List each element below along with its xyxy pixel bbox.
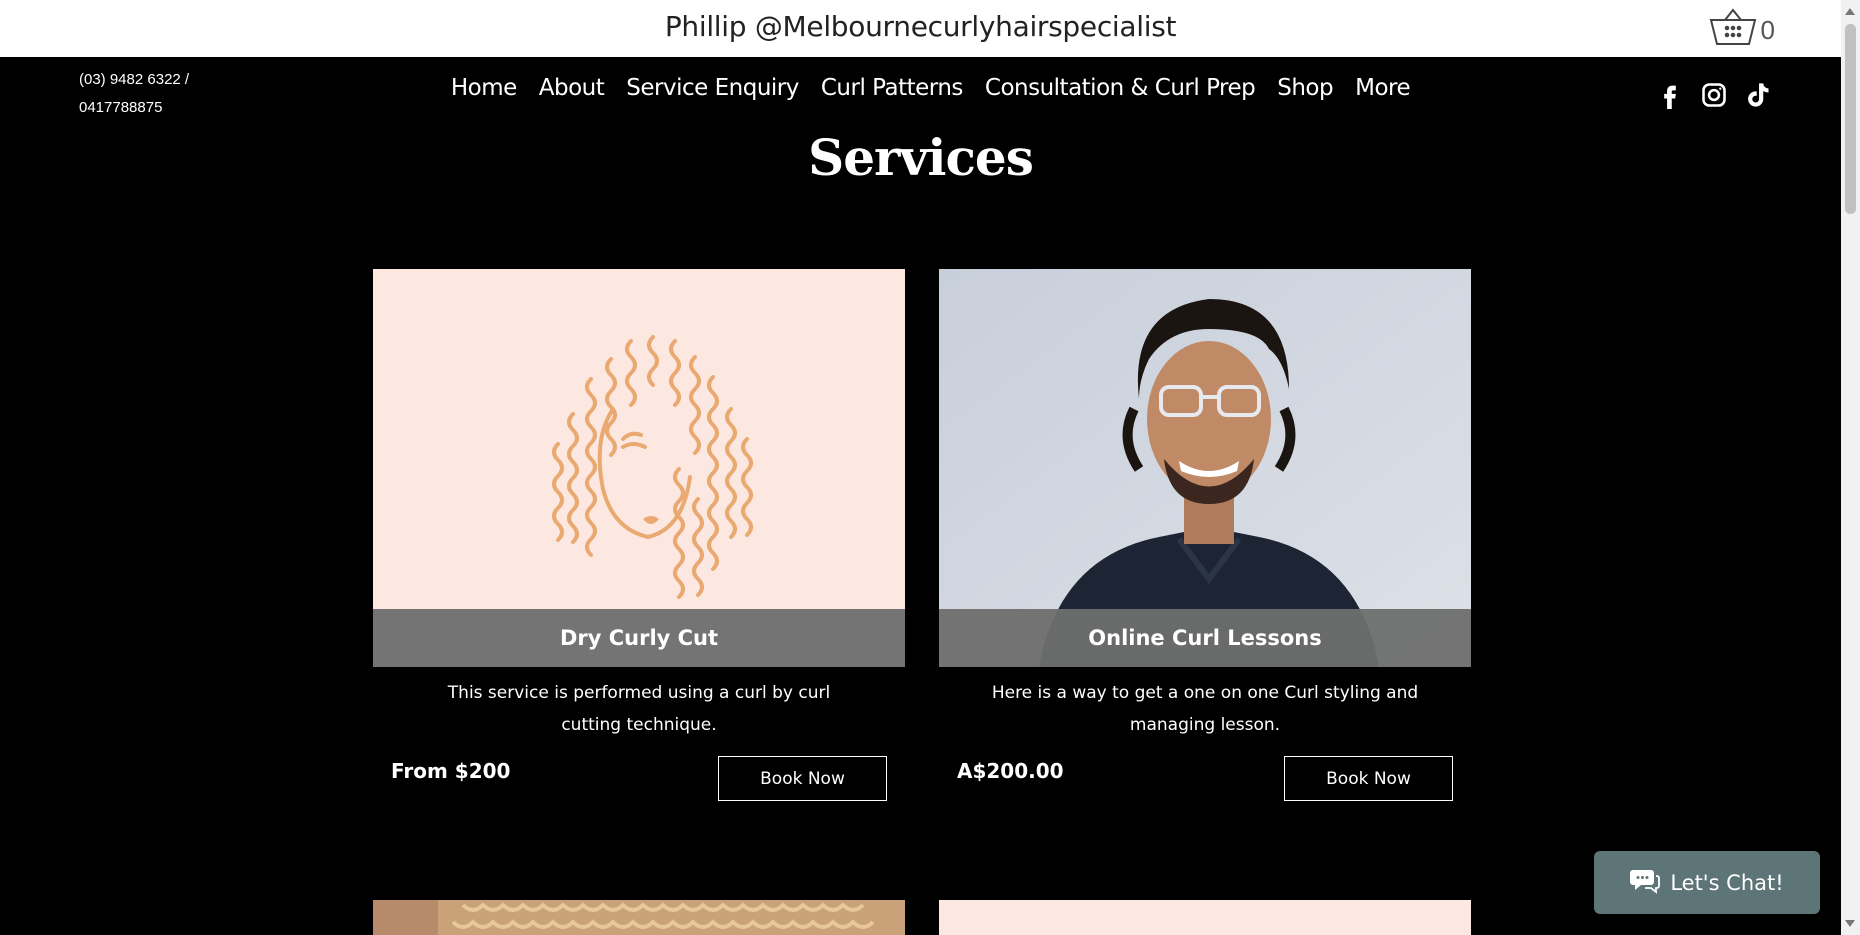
scroll-up-arrow-icon[interactable]: [1845, 8, 1855, 15]
nav-item-more[interactable]: More: [1355, 75, 1411, 101]
nav-item-about[interactable]: About: [539, 75, 605, 101]
facebook-icon[interactable]: [1656, 81, 1684, 109]
nav-item-curl-patterns[interactable]: Curl Patterns: [821, 75, 964, 101]
service-price: From $200: [391, 759, 511, 783]
service-card-dry-curly-cut: Dry Curly Cut This service is performed …: [373, 269, 905, 809]
service-card-partial-image[interactable]: [373, 900, 905, 935]
service-description: Here is a way to get a one on one Curl s…: [991, 683, 1419, 735]
service-card-partial-image[interactable]: [939, 900, 1471, 935]
site-title[interactable]: Phillip @Melbournecurlyhairspecialist: [0, 10, 1841, 43]
service-image-curl-illustration[interactable]: Dry Curly Cut: [373, 269, 905, 667]
tiktok-icon[interactable]: [1744, 81, 1772, 109]
social-links: [1656, 81, 1772, 109]
book-now-button[interactable]: Book Now: [718, 756, 887, 801]
top-header-bar: Phillip @Melbournecurlyhairspecialist 0: [0, 0, 1841, 57]
nav-item-service-enquiry[interactable]: Service Enquiry: [626, 75, 799, 101]
service-image-stylist-portrait[interactable]: Online Curl Lessons: [939, 269, 1471, 667]
chat-button[interactable]: Let's Chat!: [1594, 851, 1820, 914]
service-name[interactable]: Online Curl Lessons: [939, 609, 1471, 667]
scroll-down-arrow-icon[interactable]: [1845, 920, 1855, 927]
nav-item-home[interactable]: Home: [451, 75, 517, 101]
main-nav: Home About Service Enquiry Curl Patterns…: [0, 75, 1841, 101]
page-title: Services: [808, 128, 1034, 187]
scrollbar-thumb[interactable]: [1845, 24, 1856, 214]
service-card-online-curl-lessons: Online Curl Lessons Here is a way to get…: [939, 269, 1471, 809]
instagram-icon[interactable]: [1700, 81, 1728, 109]
cart-button[interactable]: 0: [1709, 8, 1775, 53]
service-price: A$200.00: [957, 759, 1064, 783]
service-name[interactable]: Dry Curly Cut: [373, 609, 905, 667]
book-now-button[interactable]: Book Now: [1284, 756, 1453, 801]
cart-count: 0: [1760, 15, 1775, 45]
nav-item-consultation[interactable]: Consultation & Curl Prep: [985, 75, 1256, 101]
service-description: This service is performed using a curl b…: [447, 683, 831, 735]
cart-icon: [1709, 8, 1757, 53]
chat-label: Let's Chat!: [1670, 870, 1784, 895]
nav-item-shop[interactable]: Shop: [1277, 75, 1333, 101]
page-scrollbar[interactable]: [1841, 0, 1860, 935]
chat-bubble-icon: [1630, 866, 1661, 899]
